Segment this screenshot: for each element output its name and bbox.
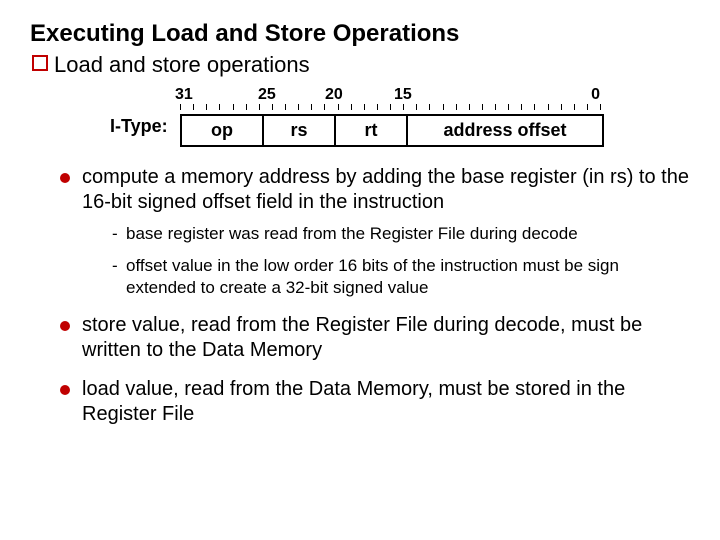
bit-15: 15 bbox=[394, 86, 412, 104]
field-rs: rs bbox=[262, 116, 334, 145]
field-op: op bbox=[182, 116, 262, 145]
bullet-compute-text: compute a memory address by adding the b… bbox=[82, 166, 689, 213]
field-offset: address offset bbox=[406, 116, 602, 145]
bit-31: 31 bbox=[175, 86, 193, 104]
bit-25: 25 bbox=[258, 86, 276, 104]
bit-0: 0 bbox=[591, 86, 600, 104]
subhead-line: Load and store operations bbox=[32, 52, 690, 78]
main-bullet-list: compute a memory address by adding the b… bbox=[30, 165, 690, 427]
format-label: I-Type: bbox=[110, 116, 168, 137]
instruction-format-diagram: I-Type: 31 25 20 15 0 op rs rt address o… bbox=[150, 86, 600, 147]
bit-ticks bbox=[180, 104, 600, 114]
bullet-compute: compute a memory address by adding the b… bbox=[60, 165, 690, 299]
sub-bullet-base-register: base register was read from the Register… bbox=[112, 223, 690, 245]
bit-20: 20 bbox=[325, 86, 343, 104]
subhead-text: Load and store operations bbox=[54, 52, 310, 77]
field-boxes: op rs rt address offset bbox=[180, 114, 604, 147]
bullet-load: load value, read from the Data Memory, m… bbox=[60, 377, 690, 427]
slide-title: Executing Load and Store Operations bbox=[30, 20, 690, 48]
square-bullet-icon bbox=[32, 55, 48, 71]
bit-number-row: 31 25 20 15 0 bbox=[150, 86, 600, 104]
sub-bullet-offset-sign-extend: offset value in the low order 16 bits of… bbox=[112, 255, 690, 299]
field-rt: rt bbox=[334, 116, 406, 145]
sub-bullet-list: base register was read from the Register… bbox=[82, 223, 690, 299]
bullet-store: store value, read from the Register File… bbox=[60, 313, 690, 363]
